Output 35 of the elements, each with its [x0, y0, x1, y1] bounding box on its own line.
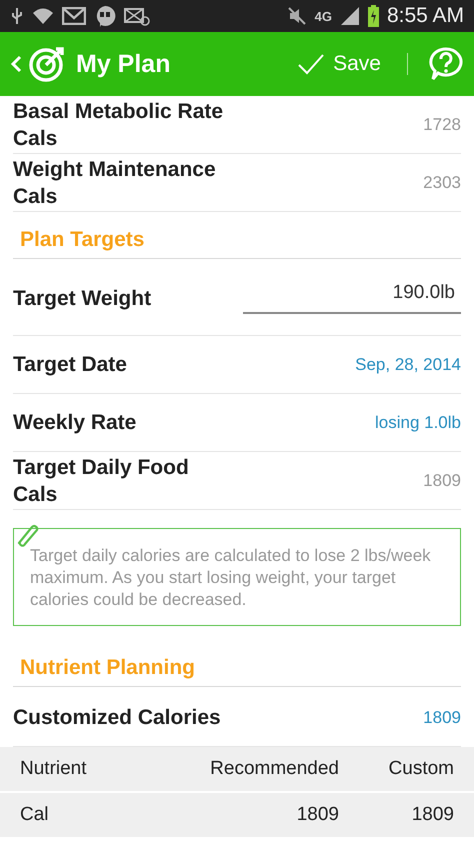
back-icon[interactable]	[10, 54, 22, 74]
column-header: Nutrient	[20, 758, 88, 780]
row-label: Customized Calories	[13, 705, 222, 731]
row-value: 2303	[422, 172, 461, 192]
battery-icon	[368, 5, 379, 27]
screen-title: My Plan	[76, 50, 170, 78]
row-value: 1728	[422, 114, 461, 134]
section-heading: Plan Targets	[13, 212, 461, 259]
signal-icon	[340, 6, 360, 26]
row-value-link[interactable]: losing 1.0lb	[238, 412, 461, 432]
mute-icon	[286, 7, 307, 25]
row-label: Target Date	[13, 352, 128, 378]
checkmark-icon	[297, 53, 326, 75]
row-value-link[interactable]: Sep, 28, 2014	[238, 354, 461, 374]
row-label: Basal Metabolic Rate Cals	[13, 98, 224, 152]
target-icon	[28, 45, 66, 83]
row-value: 1809	[422, 470, 461, 490]
row-label: Weight Maintenance Cals	[13, 156, 217, 210]
table-cell-text: 1809	[410, 804, 454, 826]
row-value-link[interactable]: 1809	[238, 708, 461, 728]
chat-bubble-icon	[94, 5, 116, 27]
table-cell-text: Cal	[20, 804, 50, 826]
column-header: Recommended	[209, 758, 339, 780]
save-button[interactable]: Save	[291, 52, 387, 76]
table-cell-text: 1809	[296, 804, 339, 826]
row-label: Weekly Rate	[13, 410, 138, 436]
weight-input-field[interactable]: 190.0lb	[243, 282, 461, 314]
network-type: 4G	[314, 8, 332, 24]
help-icon[interactable]	[428, 47, 464, 81]
status-time: 8:55 AM	[386, 4, 464, 28]
mail-icon	[62, 7, 86, 25]
row-label: Target Daily Food Cals	[13, 454, 190, 508]
row-label: Target Weight	[13, 286, 152, 312]
section-heading: Nutrient Planning	[13, 640, 461, 687]
column-header: Custom	[388, 758, 454, 780]
